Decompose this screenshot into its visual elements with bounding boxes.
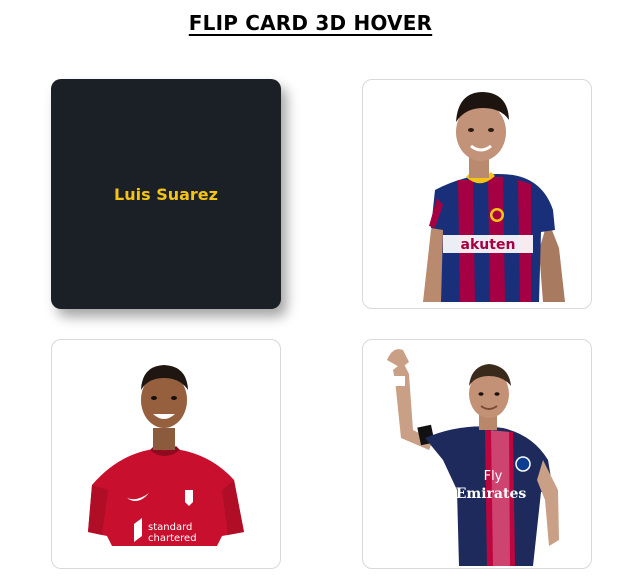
page-title: FLIP CARD 3D HOVER	[188, 11, 433, 35]
flip-card-neymar[interactable]: Fly Emirates	[362, 339, 592, 569]
flip-card-firmino[interactable]: standard chartered	[51, 339, 281, 569]
svg-text:Emirates: Emirates	[456, 486, 527, 502]
svg-text:akuten: akuten	[461, 237, 516, 253]
player-photo: Fly Emirates	[387, 349, 559, 566]
flip-card-coutinho[interactable]: akuten	[362, 79, 592, 309]
card-name-label: Luis Suarez	[114, 184, 218, 204]
svg-text:standard: standard	[148, 522, 192, 533]
flip-card-suarez[interactable]: Luis Suarez	[51, 79, 281, 309]
svg-text:chartered: chartered	[148, 533, 197, 544]
player-photo: standard chartered	[88, 365, 244, 546]
svg-text:Fly: Fly	[484, 469, 503, 484]
player-photo: akuten	[423, 92, 565, 302]
